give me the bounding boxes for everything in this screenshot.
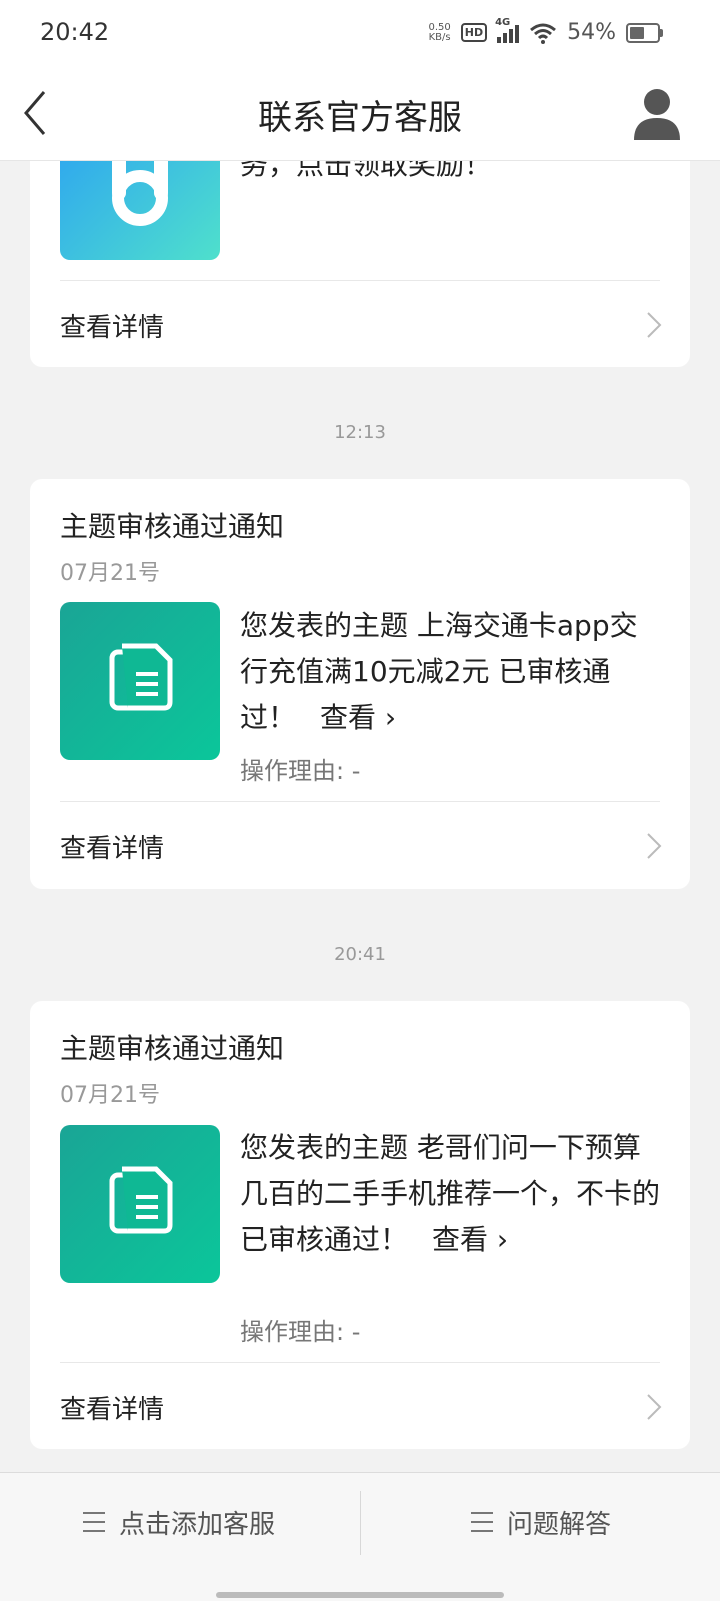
document-icon (109, 1166, 173, 1234)
view-details-label: 查看详情 (60, 834, 165, 864)
topic-thumbnail (60, 602, 220, 760)
faq-label: 问题解答 (506, 1509, 611, 1540)
view-topic-link[interactable]: 查看 › (432, 1223, 508, 1256)
operation-reason: 操作理由: - (240, 757, 361, 785)
card-date: 07月21号 (60, 561, 160, 586)
notification-card: 主题审核通过通知 07月21号 您发表的主题 上海交通卡app交行充值满10元减… (30, 479, 690, 889)
card-title: 主题审核通过通知 (60, 1032, 285, 1065)
wifi-icon (530, 23, 557, 44)
add-service-button[interactable]: 点击添加客服 (0, 1473, 358, 1571)
view-details-label: 查看详情 (60, 1395, 165, 1425)
page-title: 联系官方客服 (258, 98, 462, 138)
status-bar: 20:42 0.50 KB/s HD 4G 54% (0, 0, 720, 68)
view-details-row[interactable]: 查看详情 (30, 281, 690, 369)
operation-reason: 操作理由: - (240, 1318, 361, 1346)
battery-level (630, 26, 645, 39)
net-speed: 0.50 KB/s (428, 21, 451, 43)
faq-button[interactable]: 问题解答 (362, 1473, 720, 1571)
view-details-row[interactable]: 查看详情 (30, 802, 690, 890)
view-details-label: 查看详情 (60, 313, 165, 343)
card-date: 07月21号 (60, 1083, 160, 1108)
view-topic-link[interactable]: 查看 › (320, 701, 396, 734)
user-profile-icon[interactable] (632, 86, 682, 140)
view-details-row[interactable]: 查看详情 (30, 1363, 690, 1451)
notification-card: 主题审核通过通知 07月21号 您发表的主题 老哥们问一下预算几百的二手手机推荐… (30, 1001, 690, 1449)
battery-icon (626, 22, 663, 43)
status-icons: 0.50 KB/s HD 4G 54% (428, 17, 663, 45)
notification-message: 您发表的主题 老哥们问一下预算几百的二手手机推荐一个，不卡的 已审核通过！ 查看 … (240, 1131, 661, 1256)
app-header: 联系官方客服 (0, 68, 720, 161)
battery-percent: 54% (567, 20, 616, 45)
status-time: 20:42 (40, 18, 110, 46)
home-indicator[interactable] (216, 1592, 504, 1598)
add-service-label: 点击添加客服 (118, 1509, 275, 1540)
chevron-right-icon (647, 312, 662, 338)
menu-icon (470, 1512, 493, 1532)
menu-icon (82, 1512, 105, 1532)
signal-icon: 4G (495, 17, 520, 43)
chevron-right-icon (647, 1394, 662, 1420)
chevron-right-icon (647, 833, 662, 859)
card-title: 主题审核通过通知 (60, 510, 285, 543)
bottom-menu-bar: 点击添加客服 问题解答 (0, 1472, 720, 1601)
hd-icon: HD (460, 23, 488, 42)
document-icon (109, 643, 173, 711)
notification-message: 您发表的主题 上海交通卡app交行充值满10元减2元 已审核通过！ 查看 › (240, 609, 638, 734)
timestamp: 12:13 (334, 422, 386, 443)
topic-thumbnail (60, 1125, 220, 1283)
timestamp: 20:41 (334, 944, 386, 965)
divider (360, 1491, 361, 1555)
